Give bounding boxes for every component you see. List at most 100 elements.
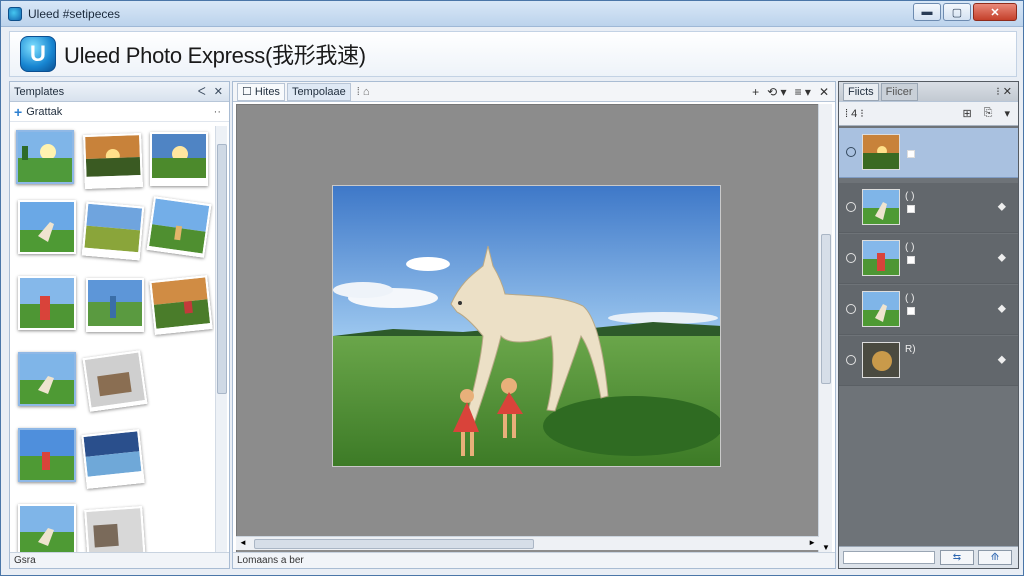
- photo-canvas[interactable]: [236, 104, 819, 554]
- menu-icon[interactable]: ≡ ▾: [795, 85, 811, 99]
- visibility-icon[interactable]: [846, 355, 856, 365]
- move-icon[interactable]: ⬥: [998, 199, 1006, 214]
- template-thumbnail[interactable]: [18, 428, 76, 482]
- layer-thumbnail: [862, 240, 900, 276]
- close-icon[interactable]: ✕: [214, 85, 223, 98]
- template-thumbnail[interactable]: [18, 504, 76, 556]
- template-thumbnail[interactable]: [84, 506, 146, 556]
- visibility-icon[interactable]: [846, 202, 856, 212]
- tab-effects[interactable]: Fiicts: [843, 82, 879, 101]
- template-thumbnail[interactable]: [82, 350, 148, 412]
- app-title: Uleed Photo Express(我形我速): [64, 43, 366, 68]
- layer-item[interactable]: R) ⬥: [839, 336, 1018, 386]
- tab-templates[interactable]: Tempolaae: [286, 82, 351, 101]
- scroll-down-icon[interactable]: ▼: [822, 543, 830, 552]
- add-icon[interactable]: +: [752, 85, 759, 99]
- layer-label: R): [905, 344, 916, 355]
- photo-image[interactable]: [332, 185, 721, 467]
- templates-panel-header: Templates ᐸ ✕: [10, 82, 229, 102]
- canvas-vertical-scrollbar[interactable]: ▼: [818, 104, 832, 554]
- close-button[interactable]: ✕: [973, 3, 1017, 21]
- templates-category-label: Grattak: [26, 105, 63, 118]
- template-thumbnail[interactable]: [86, 278, 144, 332]
- window-title: Uleed #setipeces: [28, 6, 121, 21]
- layer-label: ( ): [905, 242, 915, 253]
- editor-controls: + ⟲ ▾ ≡ ▾ ✕: [752, 85, 829, 99]
- templates-panel-title: Templates: [14, 85, 65, 98]
- visibility-icon[interactable]: [846, 304, 856, 314]
- layer-item[interactable]: ( ) ⬥: [839, 285, 1018, 335]
- move-icon[interactable]: ⬥: [998, 352, 1006, 367]
- canvas-horizontal-scrollbar[interactable]: ◄ ►: [236, 536, 819, 550]
- template-thumbnail[interactable]: [149, 275, 213, 335]
- layer-item[interactable]: ( ) ⬥: [839, 234, 1018, 284]
- move-up-button[interactable]: ⟰: [978, 550, 1012, 565]
- grid-icon[interactable]: ⊞: [962, 107, 971, 120]
- move-icon[interactable]: ⬥: [998, 301, 1006, 316]
- layers-toolbar: ⁞ 4 ⁝ ⊞ ⎘ ▾: [839, 102, 1018, 126]
- scroll-left-icon[interactable]: ◄: [239, 538, 247, 547]
- templates-category[interactable]: + Grattak ··: [10, 102, 229, 122]
- template-thumbnail[interactable]: [18, 200, 76, 254]
- layer-thumbnail: [862, 342, 900, 378]
- template-grid: [14, 126, 214, 556]
- layer-mask-icon: [907, 205, 915, 213]
- app-header: U Uleed Photo Express(我形我速): [9, 31, 1017, 77]
- layer-label: ( ): [905, 293, 915, 304]
- swap-button[interactable]: ⇆: [940, 550, 974, 565]
- layers-slider[interactable]: [843, 551, 935, 564]
- rotate-icon[interactable]: ⟲ ▾: [767, 85, 786, 99]
- more-icon[interactable]: ··: [214, 106, 221, 118]
- add-icon[interactable]: +: [14, 104, 22, 120]
- template-thumbnail[interactable]: [150, 132, 208, 186]
- document-icon: ☐: [242, 86, 252, 98]
- layer-item[interactable]: [839, 128, 1018, 178]
- template-thumbnail[interactable]: [83, 133, 143, 189]
- tab-filter[interactable]: Fiicer: [880, 82, 918, 101]
- template-thumbnail[interactable]: [18, 352, 76, 406]
- visibility-icon[interactable]: [846, 147, 856, 157]
- layer-thumbnail: [862, 134, 900, 170]
- layer-thumbnail: [862, 189, 900, 225]
- app-logo: U: [20, 36, 56, 72]
- layers-panel-header: Fiicts Fiicer ⁝ ✕: [839, 82, 1018, 102]
- template-thumbnail[interactable]: [81, 201, 145, 261]
- dropdown-icon[interactable]: ▾: [1004, 107, 1010, 120]
- editor-status: Lomaans a ber: [233, 552, 835, 568]
- visibility-icon[interactable]: [846, 253, 856, 263]
- minimize-button[interactable]: ▬: [913, 3, 941, 21]
- template-thumbnail[interactable]: [16, 130, 74, 184]
- layer-count: ⁞ 4 ⁝: [845, 108, 864, 120]
- title-bar: Uleed #setipeces ▬ ▢ ✕: [1, 1, 1023, 27]
- layer-item[interactable]: ( ) ⬥: [839, 183, 1018, 233]
- layer-mask-icon: [907, 150, 915, 158]
- templates-status: Gsra: [10, 552, 229, 568]
- close-icon[interactable]: ✕: [819, 85, 829, 99]
- scrollbar-thumb[interactable]: [821, 234, 831, 384]
- scrollbar-thumb[interactable]: [217, 144, 227, 394]
- template-thumbnail[interactable]: [18, 276, 76, 330]
- scroll-right-icon[interactable]: ►: [808, 538, 816, 547]
- scrollbar-thumb[interactable]: [254, 539, 534, 549]
- tab-label: Hites: [254, 85, 280, 98]
- templates-panel: Templates ᐸ ✕ + Grattak ·· Gsra: [9, 81, 230, 569]
- layer-mask-icon: [907, 256, 915, 264]
- maximize-button[interactable]: ▢: [943, 3, 971, 21]
- layer-mask-icon: [907, 307, 915, 315]
- editor-panel: ☐ Hites Tempolaae ⁞ ⌂ + ⟲ ▾ ≡ ▾ ✕ ▼ ◄ ► …: [232, 81, 836, 569]
- layers-footer: ⇆ ⟰: [839, 546, 1018, 568]
- editor-tabs: ☐ Hites Tempolaae ⁞ ⌂ + ⟲ ▾ ≡ ▾ ✕: [233, 82, 835, 102]
- app-small-icon: [8, 6, 22, 21]
- template-thumbnail[interactable]: [146, 196, 212, 258]
- template-thumbnail[interactable]: [81, 429, 145, 489]
- templates-scrollbar[interactable]: [215, 126, 227, 556]
- pin-icon[interactable]: ᐸ: [198, 85, 206, 98]
- panel-controls[interactable]: ⁝ ✕: [996, 85, 1012, 98]
- move-icon[interactable]: ⬥: [998, 250, 1006, 265]
- window-controls: ▬ ▢ ✕: [913, 3, 1017, 21]
- layer-label: ( ): [905, 191, 915, 202]
- tab-extra-icons[interactable]: ⁞ ⌂: [357, 86, 370, 98]
- layers-panel: Fiicts Fiicer ⁝ ✕ ⁞ 4 ⁝ ⊞ ⎘ ▾ ( ) ⬥ () …: [838, 81, 1019, 569]
- copy-icon[interactable]: ⎘: [984, 107, 993, 120]
- tab-hites[interactable]: ☐ Hites: [237, 82, 285, 101]
